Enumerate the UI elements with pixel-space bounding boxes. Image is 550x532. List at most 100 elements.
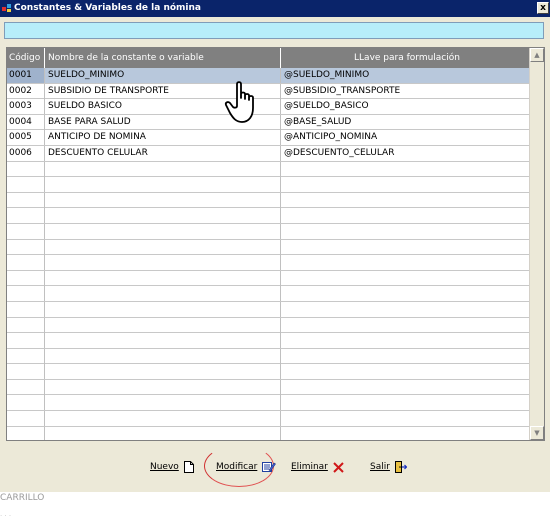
cell-codigo [7,208,45,224]
empty-table-row[interactable] [7,301,531,318]
scroll-up-icon[interactable]: ▲ [530,48,544,62]
scroll-down-icon[interactable]: ▼ [530,426,544,440]
nuevo-button[interactable]: Nuevo [150,455,194,479]
empty-table-row[interactable] [7,177,531,193]
cell-nombre [45,223,281,239]
empty-table-row[interactable] [7,208,531,224]
empty-table-row[interactable] [7,411,531,427]
cell-llave: @ANTICIPO_NOMINA [281,130,531,146]
eliminar-button[interactable]: Eliminar [291,455,344,479]
table-row[interactable]: 0005 ANTICIPO DE NOMINA @ANTICIPO_NOMINA [7,130,531,146]
table-row[interactable]: 0003 SUELDO BASICO @SUELDO_BASICO [7,99,531,115]
cell-nombre [45,286,281,302]
cell-llave [281,239,531,255]
cell-nombre [45,317,281,333]
cell-nombre [45,255,281,271]
empty-table-row[interactable] [7,364,531,380]
cell-llave [281,333,531,349]
cell-llave: @SUBSIDIO_TRANSPORTE [281,83,531,99]
empty-table-row[interactable] [7,270,531,287]
grid-rows: 0001 SUELDO_MINIMO @SUELDO_MINIMO 0002 SUBSI… [7,68,531,440]
nuevo-label: Nuevo [150,462,179,472]
cell-nombre: DESCUENTO CELULAR [45,145,281,161]
search-input[interactable] [5,23,543,38]
cell-llave: @SUELDO_MINIMO [281,68,531,83]
cell-nombre [45,348,281,364]
header-nombre[interactable]: Nombre de la constante o variable [45,48,281,68]
empty-table-row[interactable] [7,161,531,178]
cell-llave [281,255,531,271]
cell-codigo [7,301,45,317]
cell-nombre [45,301,281,317]
table-row[interactable]: 0002 SUBSIDIO DE TRANSPORTE @SUBSIDIO_TRAN… [7,83,531,100]
empty-table-row[interactable] [7,223,531,240]
cell-llave [281,286,531,302]
cell-llave [281,177,531,193]
cell-codigo [7,270,45,286]
cell-codigo [7,177,45,193]
cell-codigo [7,239,45,255]
cell-nombre [45,208,281,224]
empty-table-row[interactable] [7,286,531,302]
search-field[interactable] [4,22,544,39]
cell-nombre [45,395,281,411]
action-buttons: Nuevo Modificar Eliminar Salir [0,455,550,479]
cell-llave: @BASE_SALUD [281,114,531,130]
empty-table-row[interactable] [7,379,531,396]
window-title: Constantes & Variables de la nómina [14,3,201,13]
empty-table-row[interactable] [7,426,531,440]
cell-nombre [45,333,281,349]
grid-header: Código Nombre de la constante o variable… [7,48,531,68]
cell-codigo [7,333,45,349]
close-button[interactable]: x [537,2,549,14]
cell-codigo [7,379,45,395]
salir-label: Salir [370,462,390,472]
empty-table-row[interactable] [7,348,531,365]
cell-llave [281,301,531,317]
cell-nombre [45,379,281,395]
cell-llave [281,317,531,333]
cell-nombre [45,411,281,427]
table-row[interactable]: 0004 BASE PARA SALUD @BASE_SALUD [7,114,531,131]
empty-table-row[interactable] [7,317,531,334]
cell-nombre [45,239,281,255]
status-faded-text: · · · [0,512,12,520]
salir-button[interactable]: Salir [370,455,407,479]
cell-codigo [7,317,45,333]
empty-table-row[interactable] [7,192,531,209]
table-row[interactable]: 0001 SUELDO_MINIMO @SUELDO_MINIMO [7,68,531,84]
cell-llave [281,270,531,286]
cell-codigo: 0006 [7,145,45,161]
modificar-button[interactable]: Modificar [216,455,277,479]
cell-codigo [7,223,45,239]
constants-grid[interactable]: Código Nombre de la constante o variable… [6,47,545,441]
cell-codigo [7,192,45,208]
cell-codigo: 0005 [7,130,45,146]
cell-nombre [45,161,281,177]
cell-codigo [7,255,45,271]
cell-codigo: 0001 [7,68,45,83]
header-codigo[interactable]: Código [7,48,45,68]
exit-door-icon [394,461,407,473]
cell-nombre [45,270,281,286]
cell-llave [281,161,531,177]
cell-codigo [7,364,45,380]
constants-window: Constantes & Variables de la nómina x Có… [0,0,550,492]
cell-nombre [45,192,281,208]
cell-codigo [7,411,45,427]
empty-table-row[interactable] [7,255,531,271]
cell-codigo [7,426,45,440]
empty-table-row[interactable] [7,395,531,412]
cell-llave: @DESCUENTO_CELULAR [281,145,531,161]
vertical-scrollbar[interactable]: ▲ ▼ [529,48,544,440]
cell-nombre [45,364,281,380]
empty-table-row[interactable] [7,239,531,256]
hand-pointer-icon [224,81,254,123]
cell-llave [281,223,531,239]
cell-llave: @SUELDO_BASICO [281,99,531,115]
table-row[interactable]: 0006 DESCUENTO CELULAR @DESCUENTO_CELULAR [7,145,531,162]
header-llave[interactable]: LLave para formulación [281,48,531,68]
cell-llave [281,426,531,440]
empty-table-row[interactable] [7,333,531,349]
cell-llave [281,208,531,224]
